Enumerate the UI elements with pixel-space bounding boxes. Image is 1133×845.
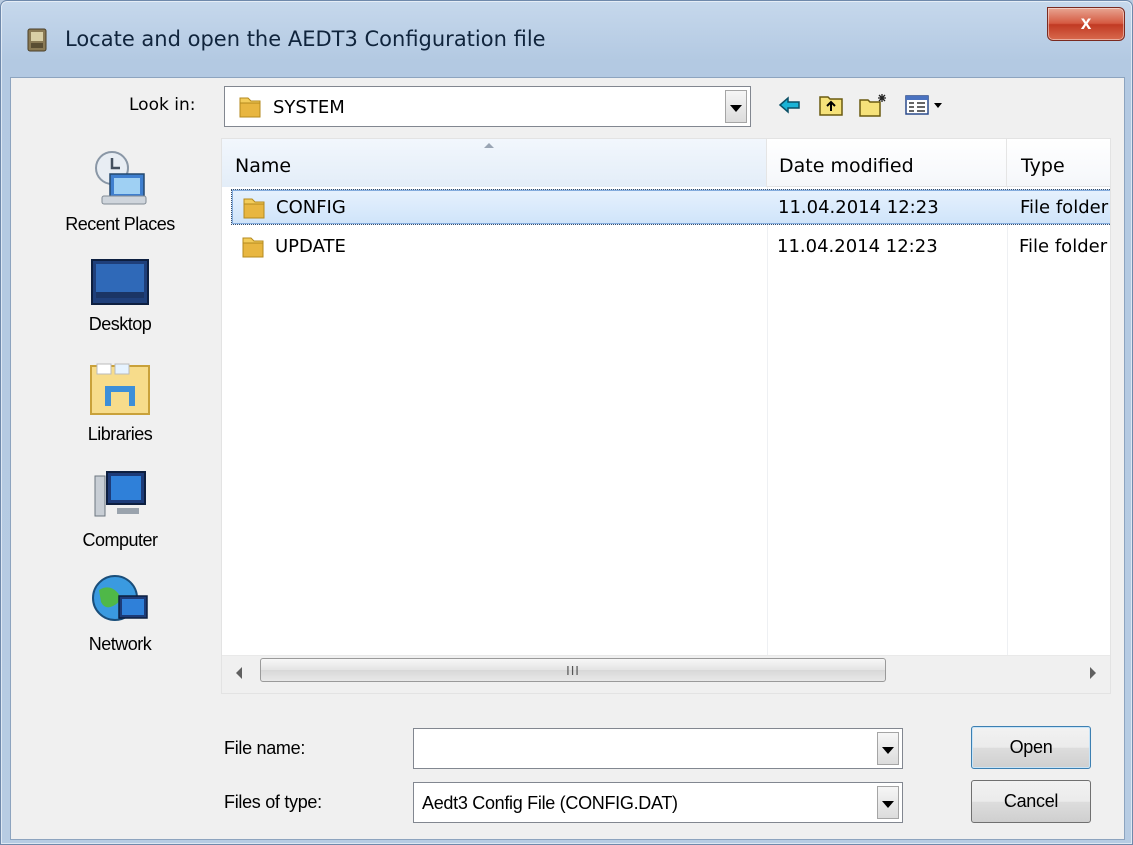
grip-icon: III bbox=[566, 662, 580, 678]
scroll-right-icon[interactable] bbox=[1090, 667, 1096, 679]
libraries-icon bbox=[90, 363, 150, 415]
place-label: Computer bbox=[82, 530, 158, 550]
file-date: 11.04.2014 12:23 bbox=[778, 197, 939, 218]
list-header: Name Date modified Type bbox=[222, 139, 1110, 187]
file-open-dialog: Locate and open the AEDT3 Configuration … bbox=[0, 0, 1133, 845]
list-item-config[interactable]: CONFIG 11.04.2014 12:23 File folder bbox=[231, 189, 1110, 225]
views-button[interactable] bbox=[903, 90, 947, 120]
back-button[interactable] bbox=[776, 90, 804, 120]
place-label: Libraries bbox=[87, 424, 153, 444]
list-item-update[interactable]: UPDATE 11.04.2014 12:23 File folder bbox=[231, 229, 1110, 265]
title-bar[interactable]: Locate and open the AEDT3 Configuration … bbox=[1, 1, 1132, 77]
place-recent-places[interactable]: Recent Places bbox=[20, 146, 220, 235]
dialog-body: Look in: SYSTEM Recent Places Desktop Li… bbox=[10, 77, 1125, 840]
file-name: CONFIG bbox=[276, 197, 346, 218]
network-icon bbox=[92, 575, 148, 621]
scrollbar-thumb[interactable]: III bbox=[260, 658, 886, 682]
cancel-button[interactable]: Cancel bbox=[971, 780, 1091, 823]
file-name: UPDATE bbox=[275, 236, 346, 257]
folder-icon bbox=[239, 97, 261, 118]
file-list[interactable]: Name Date modified Type CONFIG 11.04.201… bbox=[221, 138, 1111, 694]
column-header-date-modified[interactable]: Date modified bbox=[767, 139, 1007, 187]
place-network[interactable]: Network bbox=[20, 572, 220, 655]
file-type-label: Files of type: bbox=[224, 792, 322, 812]
desktop-icon bbox=[91, 259, 149, 305]
places-bar: Recent Places Desktop Libraries Computer… bbox=[20, 138, 220, 748]
file-name-input[interactable] bbox=[413, 728, 903, 769]
scroll-left-icon[interactable] bbox=[236, 667, 242, 679]
up-folder-button[interactable] bbox=[816, 90, 846, 120]
window-title: Locate and open the AEDT3 Configuration … bbox=[65, 27, 546, 51]
column-header-type[interactable]: Type bbox=[1007, 139, 1110, 187]
file-type-value: Aedt3 Config File (CONFIG.DAT) bbox=[422, 793, 678, 813]
look-in-value: SYSTEM bbox=[273, 97, 345, 118]
place-label: Desktop bbox=[88, 314, 152, 334]
folder-icon bbox=[243, 198, 265, 219]
open-button[interactable]: Open bbox=[971, 726, 1091, 769]
look-in-label: Look in: bbox=[129, 95, 196, 115]
place-computer[interactable]: Computer bbox=[20, 468, 220, 551]
place-label: Network bbox=[88, 634, 152, 654]
horizontal-scrollbar[interactable]: III bbox=[222, 655, 1110, 693]
file-name-label: File name: bbox=[224, 738, 306, 758]
file-type: File folder bbox=[1019, 236, 1108, 257]
computer-icon bbox=[94, 471, 146, 517]
place-label: Recent Places bbox=[65, 214, 175, 234]
view-menu-icon bbox=[905, 95, 942, 115]
folder-icon bbox=[242, 237, 264, 258]
close-button[interactable]: x bbox=[1047, 7, 1125, 41]
new-folder-button[interactable] bbox=[857, 90, 891, 120]
place-libraries[interactable]: Libraries bbox=[20, 362, 220, 445]
file-type: File folder bbox=[1020, 197, 1109, 218]
new-folder-icon bbox=[859, 94, 886, 117]
sort-ascending-icon bbox=[484, 143, 494, 148]
app-icon bbox=[27, 28, 47, 52]
close-icon: x bbox=[1080, 13, 1092, 34]
column-header-name[interactable]: Name bbox=[222, 139, 767, 187]
recent-places-icon bbox=[95, 151, 147, 205]
chevron-down-icon[interactable] bbox=[877, 786, 899, 819]
file-date: 11.04.2014 12:23 bbox=[777, 236, 938, 257]
up-folder-icon bbox=[819, 96, 843, 116]
place-desktop[interactable]: Desktop bbox=[20, 258, 220, 335]
chevron-down-icon[interactable] bbox=[877, 732, 899, 765]
look-in-dropdown[interactable]: SYSTEM bbox=[224, 86, 751, 127]
chevron-down-icon[interactable] bbox=[725, 90, 747, 123]
back-arrow-icon bbox=[778, 96, 800, 114]
file-type-dropdown[interactable]: Aedt3 Config File (CONFIG.DAT) bbox=[413, 782, 903, 823]
